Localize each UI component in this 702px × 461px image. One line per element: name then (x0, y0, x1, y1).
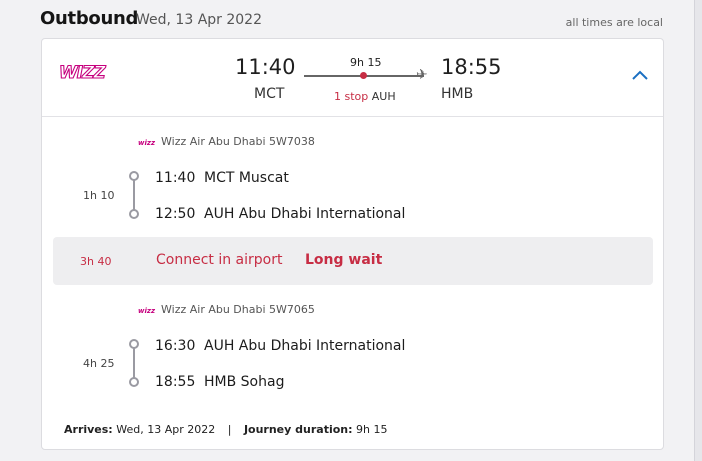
stops-count: 1 stop (334, 90, 369, 103)
wizz-air-mini-logo: wizz (138, 307, 156, 315)
journey-duration-value: 9h 15 (356, 423, 388, 436)
layover-banner: 3h 40 Connect in airport Long wait (53, 237, 653, 285)
segment-arrival-time: 12:50 (155, 206, 196, 222)
arrives-value: Wed, 13 Apr 2022 (116, 423, 216, 436)
carrier-name: Wizz Air Abu Dhabi 5W7038 (161, 135, 315, 148)
segment-departure-time: 16:30 (155, 338, 196, 354)
flight-summary[interactable]: WIZZ 11:40 MCT 9h 15 ✈ 1 stop AUH 18:55 … (42, 39, 663, 117)
footer-separator: | (227, 423, 232, 436)
wizz-air-mini-logo: wizz (138, 139, 156, 147)
plane-icon: ✈ (416, 67, 428, 83)
carrier-row: wizz Wizz Air Abu Dhabi 5W7038 (138, 135, 315, 148)
segment-departure-airport: AUH Abu Dhabi International (204, 338, 406, 354)
carrier-row: wizz Wizz Air Abu Dhabi 5W7065 (138, 303, 315, 316)
wizz-air-logo: WIZZ (58, 62, 108, 83)
stop-dot (360, 72, 367, 79)
stop-code: AUH (371, 90, 396, 103)
svg-text:WIZZ: WIZZ (59, 63, 106, 83)
layover-text: Connect in airport (156, 252, 283, 268)
chevron-up-icon[interactable] (631, 67, 649, 85)
origin-node (129, 339, 139, 349)
origin-node (129, 171, 139, 181)
journey-footer: Arrives: Wed, 13 Apr 2022 | Journey dura… (64, 423, 387, 436)
total-duration: 9h 15 (350, 56, 382, 69)
long-wait-warning: Long wait (305, 252, 383, 268)
segment-arrival-airport: HMB Sohag (204, 374, 285, 390)
departure-code: MCT (254, 86, 285, 102)
segment-arrival-airport: AUH Abu Dhabi International (204, 206, 406, 222)
layover-duration: 3h 40 (80, 255, 112, 268)
flight-card: WIZZ 11:40 MCT 9h 15 ✈ 1 stop AUH 18:55 … (41, 38, 664, 450)
section-title: Outbound (40, 8, 139, 29)
arrival-code: HMB (441, 86, 474, 102)
arrival-time: 18:55 (441, 55, 502, 79)
local-times-note: all times are local (565, 16, 663, 29)
departure-time: 11:40 (235, 55, 296, 79)
page-scrollbar[interactable] (694, 0, 702, 461)
carrier-name: Wizz Air Abu Dhabi 5W7065 (161, 303, 315, 316)
segment-duration: 1h 10 (83, 189, 115, 202)
segment-departure-airport: MCT Muscat (204, 170, 289, 186)
stops-info: 1 stop AUH (334, 90, 396, 103)
destination-node (129, 209, 139, 219)
segment-departure-time: 11:40 (155, 170, 196, 186)
arrives-label: Arrives: (64, 423, 113, 436)
segment-duration: 4h 25 (83, 357, 115, 370)
journey-duration-label: Journey duration: (243, 423, 353, 436)
svg-text:wizz: wizz (138, 307, 156, 315)
svg-text:wizz: wizz (138, 139, 156, 147)
section-date: Wed, 13 Apr 2022 (136, 12, 262, 28)
segment-arrival-time: 18:55 (155, 374, 196, 390)
destination-node (129, 377, 139, 387)
